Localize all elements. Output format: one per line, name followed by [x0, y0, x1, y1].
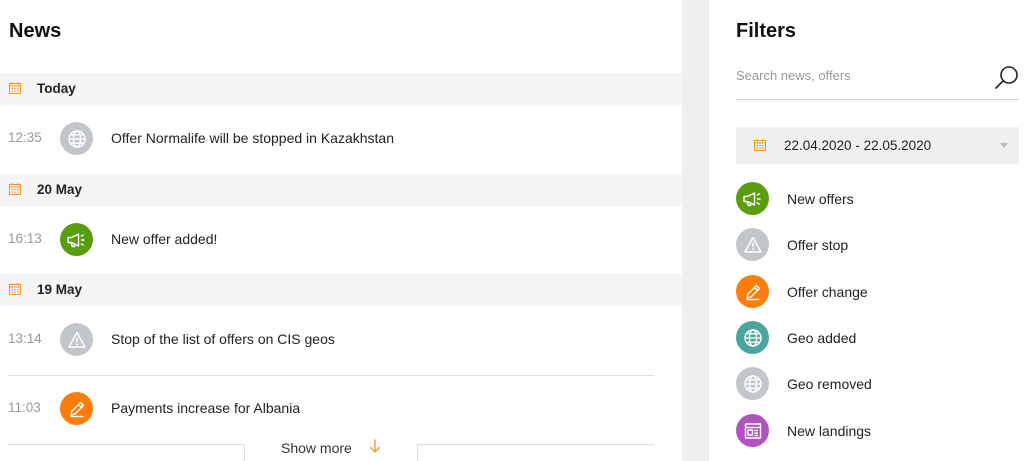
divider-line	[244, 444, 245, 461]
day-label: 19 May	[37, 282, 83, 297]
date-range-value: 22.04.2020 - 22.05.2020	[784, 138, 932, 153]
news-time: 16:13	[8, 231, 42, 246]
filter-label: Offer change	[787, 284, 868, 300]
news-text: Stop of the list of offers on CIS geos	[111, 331, 335, 347]
filter-label: Offer stop	[787, 237, 849, 253]
filter-label: New offers	[787, 191, 854, 207]
warning-icon	[60, 323, 93, 356]
calendar-icon	[754, 139, 766, 151]
search-underline	[736, 99, 1019, 100]
search-input[interactable]	[736, 63, 994, 87]
search-icon[interactable]	[993, 64, 1021, 92]
news-title: News	[9, 20, 62, 42]
news-item[interactable]: 12:35 Offer Normalife will be stopped in…	[0, 114, 682, 164]
news-text: Offer Normalife will be stopped in Kazak…	[111, 130, 394, 146]
day-header-19-may: 19 May	[0, 274, 682, 306]
filter-geo-added[interactable]: Geo added	[736, 321, 1019, 355]
row-divider	[8, 375, 654, 376]
landing-page-icon	[736, 414, 769, 447]
day-label: Today	[37, 81, 76, 96]
day-header-20-may: 20 May	[0, 174, 682, 206]
divider-line	[8, 444, 245, 445]
panel-gap	[682, 0, 709, 461]
filters-title: Filters	[736, 20, 797, 42]
filter-new-offers[interactable]: New offers	[736, 182, 1019, 216]
day-label: 20 May	[37, 182, 83, 197]
news-panel: News Today 12:35 Offer Normalife will be…	[0, 0, 682, 461]
filters-panel: Filters 22.04.2020 - 22.05.2020 New offe…	[709, 0, 1024, 461]
pencil-icon	[736, 275, 769, 308]
news-item[interactable]: 11:03 Payments increase for Albania	[0, 384, 682, 434]
filter-label: Geo added	[787, 330, 857, 346]
news-text: New offer added!	[111, 231, 218, 247]
news-text: Payments increase for Albania	[111, 400, 301, 416]
filter-geo-removed[interactable]: Geo removed	[736, 367, 1019, 401]
divider-line	[417, 444, 418, 461]
pencil-icon	[60, 392, 93, 425]
megaphone-icon	[60, 223, 93, 256]
calendar-icon	[9, 82, 21, 94]
day-header-today: Today	[0, 73, 682, 105]
globe-icon	[736, 367, 769, 400]
divider-line	[417, 444, 654, 445]
globe-icon	[736, 321, 769, 354]
news-item[interactable]: 16:13 New offer added!	[0, 215, 682, 265]
news-time: 13:14	[8, 331, 42, 346]
megaphone-icon	[736, 182, 769, 215]
filter-new-landings[interactable]: New landings	[736, 414, 1019, 448]
show-more-button[interactable]: Show more	[281, 440, 352, 456]
chevron-down-icon	[1000, 143, 1008, 148]
warning-icon	[736, 228, 769, 261]
arrow-down-icon[interactable]	[369, 439, 381, 454]
news-time: 11:03	[8, 400, 41, 415]
globe-icon	[60, 122, 93, 155]
filter-offer-stop[interactable]: Offer stop	[736, 228, 1019, 262]
filter-offer-change[interactable]: Offer change	[736, 275, 1019, 309]
filter-label: Geo removed	[787, 376, 872, 392]
news-time: 12:35	[8, 130, 42, 145]
calendar-icon	[9, 183, 21, 195]
filter-label: New landings	[787, 423, 872, 439]
news-item[interactable]: 13:14 Stop of the list of offers on CIS …	[0, 315, 682, 365]
calendar-icon	[9, 283, 21, 295]
date-range-select[interactable]: 22.04.2020 - 22.05.2020	[736, 127, 1019, 164]
